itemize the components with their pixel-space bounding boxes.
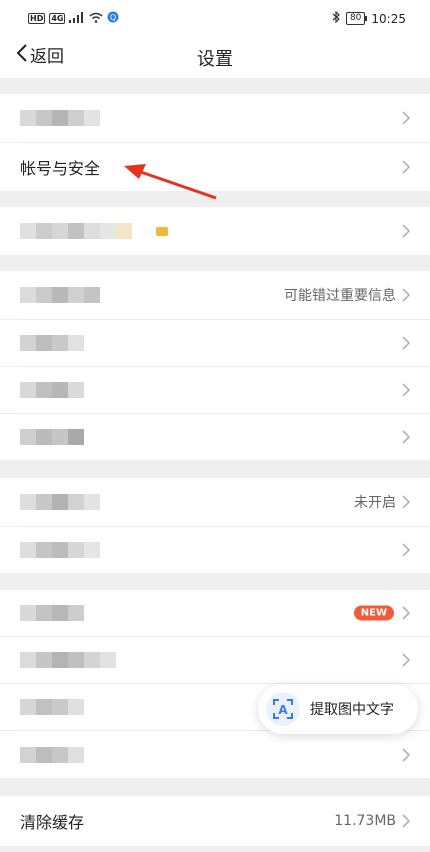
blurred-label bbox=[20, 652, 116, 668]
chevron-right-icon bbox=[402, 224, 410, 238]
settings-row-new-feature[interactable]: NEW bbox=[0, 590, 430, 636]
chevron-right-icon bbox=[402, 814, 410, 828]
chevron-right-icon bbox=[402, 111, 410, 125]
battery-icon: 80 bbox=[345, 12, 368, 25]
chevron-right-icon bbox=[402, 653, 410, 667]
settings-row-notifications[interactable]: 可能错过重要信息 bbox=[0, 271, 430, 319]
annotation-arrow-icon bbox=[124, 164, 217, 200]
vip-badge-icon bbox=[156, 227, 168, 236]
blurred-label bbox=[20, 110, 100, 126]
nav-bar: 返回 设置 bbox=[0, 36, 430, 78]
new-badge: NEW bbox=[353, 605, 394, 621]
blurred-label bbox=[20, 605, 84, 621]
signal-icon bbox=[69, 11, 85, 26]
settings-row-member[interactable] bbox=[0, 207, 430, 255]
hd-indicator: HD bbox=[28, 13, 46, 24]
chevron-right-icon bbox=[402, 430, 410, 444]
notifications-value: 可能错过重要信息 bbox=[284, 288, 396, 304]
settings-row-feature-off[interactable]: 未开启 bbox=[0, 478, 430, 526]
extract-text-label: 提取图中文字 bbox=[310, 702, 394, 718]
chevron-right-icon bbox=[402, 543, 410, 557]
settings-row-hidden-1[interactable] bbox=[0, 320, 430, 366]
extract-text-button[interactable]: A 提取图中文字 bbox=[258, 684, 418, 734]
feature-status-value: 未开启 bbox=[354, 495, 396, 511]
settings-row-hidden-4[interactable] bbox=[0, 527, 430, 573]
status-time: 10:25 bbox=[371, 11, 406, 26]
bluetooth-icon bbox=[332, 10, 340, 26]
settings-row-hidden-2[interactable] bbox=[0, 367, 430, 413]
network-indicator: 4G bbox=[49, 13, 66, 24]
settings-row-clear-cache[interactable]: 清除缓存 11.73MB bbox=[0, 796, 430, 846]
status-left: HD 4G Q bbox=[28, 11, 119, 26]
svg-text:Q: Q bbox=[110, 13, 116, 22]
wifi-icon bbox=[89, 12, 103, 26]
page-title: 设置 bbox=[197, 49, 233, 70]
blurred-label bbox=[20, 382, 84, 398]
account-security-label: 帐号与安全 bbox=[20, 159, 101, 178]
chevron-right-icon bbox=[402, 288, 410, 302]
blurred-label bbox=[20, 542, 100, 558]
blurred-label bbox=[20, 335, 84, 351]
settings-row-hidden-5[interactable] bbox=[0, 637, 430, 683]
settings-row-hidden-3[interactable] bbox=[0, 414, 430, 460]
chevron-right-icon bbox=[402, 495, 410, 509]
settings-row-hidden-7[interactable] bbox=[0, 731, 430, 778]
blurred-label bbox=[20, 746, 84, 763]
blurred-label bbox=[20, 223, 132, 239]
status-right: 80 10:25 bbox=[332, 10, 406, 26]
blurred-label bbox=[20, 287, 100, 303]
settings-row-profile[interactable] bbox=[0, 94, 430, 142]
blurred-label bbox=[20, 699, 84, 715]
chevron-right-icon bbox=[402, 336, 410, 350]
blurred-label bbox=[20, 429, 84, 445]
ocr-icon-letter: A bbox=[278, 703, 288, 717]
cache-size-value: 11.73MB bbox=[334, 813, 396, 829]
chevron-right-icon bbox=[402, 606, 410, 620]
text-scan-icon: A bbox=[266, 692, 300, 726]
chevron-right-icon bbox=[402, 383, 410, 397]
app-notification-icon: Q bbox=[107, 11, 119, 26]
clear-cache-label: 清除缓存 bbox=[20, 813, 85, 832]
chevron-right-icon bbox=[402, 747, 410, 762]
blurred-label bbox=[20, 494, 100, 510]
status-bar: HD 4G Q 80 10:25 bbox=[0, 0, 430, 36]
chevron-right-icon bbox=[402, 160, 410, 174]
